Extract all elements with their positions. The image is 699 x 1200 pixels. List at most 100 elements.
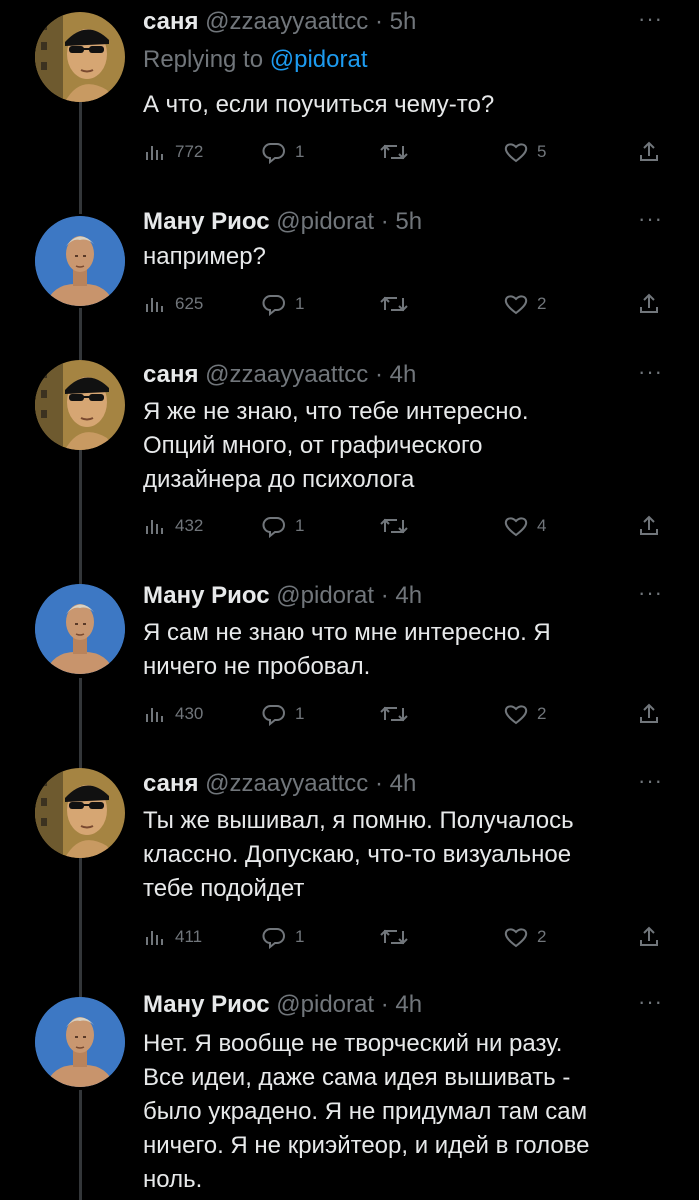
- views-action[interactable]: 430: [143, 700, 203, 728]
- replies-action[interactable]: 1: [261, 138, 304, 166]
- replies-action[interactable]: 1: [261, 700, 304, 728]
- tweet[interactable]: Ману Риос @pidorat · 4h ··· Я сам не зна…: [0, 570, 699, 778]
- like-icon: [503, 292, 529, 316]
- share-icon: [637, 514, 661, 538]
- more-options-icon[interactable]: ···: [638, 8, 662, 32]
- share-action[interactable]: [637, 923, 661, 951]
- retweets-action[interactable]: [379, 290, 417, 318]
- share-action[interactable]: [637, 138, 661, 166]
- mention-link[interactable]: @pidorat: [270, 46, 368, 73]
- more-options-icon[interactable]: ···: [638, 582, 662, 606]
- likes-count: 2: [537, 704, 547, 723]
- thread-line: [79, 200, 82, 214]
- tweet-text: Нет. Я вообще не творческий ни разу. Все…: [143, 1030, 590, 1193]
- replies-count: 1: [295, 294, 305, 313]
- thread-line: [79, 975, 82, 997]
- tweet[interactable]: саня @zzaayyaattcc · 5h ··· Replying to …: [0, 0, 699, 200]
- author-name[interactable]: саня: [143, 770, 199, 797]
- like-icon: [503, 702, 529, 726]
- likes-action[interactable]: 4: [503, 512, 546, 540]
- replies-count: 1: [295, 142, 305, 161]
- reply-icon: [261, 702, 287, 726]
- retweets-action[interactable]: [379, 700, 417, 728]
- reply-icon: [261, 140, 287, 164]
- separator: ·: [380, 208, 389, 235]
- tweet[interactable]: Ману Риос @pidorat · 4h ··· Нет. Я вообщ…: [0, 975, 699, 1200]
- retweets-action[interactable]: [379, 138, 417, 166]
- author-handle[interactable]: @pidorat: [276, 582, 374, 609]
- action-bar: 625 1 2: [143, 290, 663, 318]
- retweet-icon: [379, 925, 409, 949]
- views-action[interactable]: 411: [143, 923, 202, 951]
- tweet[interactable]: Ману Риос @pidorat · 5h ··· например? 62…: [0, 200, 699, 360]
- action-bar: 411 1 2: [143, 923, 663, 951]
- timestamp[interactable]: 5h: [390, 8, 417, 35]
- avatar[interactable]: [35, 584, 125, 674]
- views-count: 432: [175, 516, 204, 535]
- likes-action[interactable]: 2: [503, 290, 546, 318]
- action-bar: 430 1 2: [143, 700, 663, 728]
- avatar[interactable]: [35, 997, 125, 1087]
- more-options-icon[interactable]: ···: [638, 361, 662, 385]
- like-icon: [503, 925, 529, 949]
- avatar[interactable]: [35, 768, 125, 858]
- share-action[interactable]: [637, 700, 661, 728]
- more-options-icon[interactable]: ···: [638, 770, 662, 794]
- avatar[interactable]: [35, 360, 125, 450]
- share-action[interactable]: [637, 290, 661, 318]
- reply-icon: [261, 925, 287, 949]
- share-icon: [637, 292, 661, 316]
- author-handle[interactable]: @pidorat: [276, 208, 374, 235]
- views-action[interactable]: 432: [143, 512, 203, 540]
- replies-action[interactable]: 1: [261, 923, 304, 951]
- retweets-action[interactable]: [379, 923, 417, 951]
- views-count: 625: [175, 294, 204, 313]
- likes-count: 2: [537, 294, 547, 313]
- retweet-icon: [379, 702, 409, 726]
- thread-line: [79, 858, 82, 975]
- avatar[interactable]: [35, 216, 125, 306]
- author-name[interactable]: саня: [143, 8, 199, 35]
- timestamp[interactable]: 5h: [395, 208, 422, 235]
- author-handle[interactable]: @zzaayyaattcc: [205, 361, 368, 388]
- author-name[interactable]: саня: [143, 361, 199, 388]
- likes-count: 4: [537, 516, 547, 535]
- views-icon: [143, 702, 167, 726]
- author-handle[interactable]: @zzaayyaattcc: [205, 8, 368, 35]
- views-icon: [143, 140, 167, 164]
- tweet[interactable]: саня @zzaayyaattcc · 4h ··· Я же не знаю…: [0, 355, 699, 570]
- timestamp[interactable]: 4h: [390, 770, 417, 797]
- timestamp[interactable]: 4h: [390, 361, 417, 388]
- replies-action[interactable]: 1: [261, 290, 304, 318]
- views-icon: [143, 925, 167, 949]
- likes-action[interactable]: 5: [503, 138, 546, 166]
- retweets-action[interactable]: [379, 512, 417, 540]
- avatar[interactable]: [35, 12, 125, 102]
- likes-action[interactable]: 2: [503, 700, 546, 728]
- replies-count: 1: [295, 704, 305, 723]
- retweet-icon: [379, 140, 409, 164]
- timestamp[interactable]: 4h: [395, 582, 422, 609]
- author-handle[interactable]: @zzaayyaattcc: [205, 770, 368, 797]
- author-name[interactable]: Ману Риос: [143, 208, 270, 235]
- replies-action[interactable]: 1: [261, 512, 304, 540]
- views-icon: [143, 514, 167, 538]
- views-action[interactable]: 772: [143, 138, 203, 166]
- likes-action[interactable]: 2: [503, 923, 546, 951]
- more-options-icon[interactable]: ···: [638, 991, 662, 1015]
- author-name[interactable]: Ману Риос: [143, 991, 270, 1018]
- thread-line: [79, 308, 82, 360]
- timestamp[interactable]: 4h: [395, 991, 422, 1018]
- more-options-icon[interactable]: ···: [638, 208, 662, 232]
- tweet[interactable]: саня @zzaayyaattcc · 4h ··· Ты же вышива…: [0, 760, 699, 975]
- separator: ·: [374, 8, 383, 35]
- action-bar: 432 1 4: [143, 512, 663, 540]
- tweet-text: Я сам не знаю что мне интересно. Я ничег…: [143, 619, 551, 680]
- views-action[interactable]: 625: [143, 290, 203, 318]
- share-icon: [637, 925, 661, 949]
- author-name[interactable]: Ману Риос: [143, 582, 270, 609]
- share-action[interactable]: [637, 512, 661, 540]
- author-handle[interactable]: @pidorat: [276, 991, 374, 1018]
- separator: ·: [374, 361, 383, 388]
- separator: ·: [374, 770, 383, 797]
